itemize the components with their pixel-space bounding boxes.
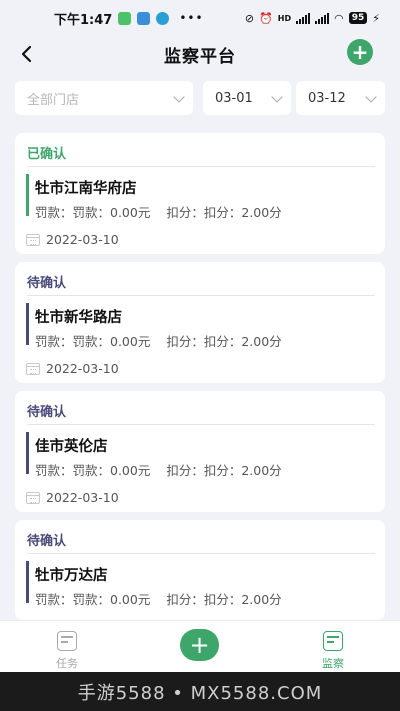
penalty-text: 罚款：罚款：0.00元 <box>35 592 151 607</box>
inspection-card[interactable]: 已确认 牡市江南华府店 罚款：罚款：0.00元 扣分：扣分：2.00分 2022… <box>15 133 385 254</box>
card-accent-bar <box>26 303 29 345</box>
plus-icon: + <box>351 40 369 64</box>
chevron-left-icon <box>21 45 32 63</box>
deduction-text: 扣分：扣分：2.00分 <box>166 205 282 220</box>
end-date-select[interactable]: 03-12 <box>296 81 385 115</box>
card-metrics: 罚款：罚款：0.00元 扣分：扣分：2.00分 <box>35 202 282 221</box>
start-date-value: 03-01 <box>215 90 253 106</box>
task-list-icon <box>57 631 77 651</box>
app-header: 监察平台 + <box>0 36 400 72</box>
store-name: 佳市英伦店 <box>35 439 108 455</box>
store-select-placeholder: 全部门店 <box>27 92 80 108</box>
card-date-row: 2022-03-10 <box>26 232 119 247</box>
back-button[interactable] <box>14 40 38 68</box>
mute-icon: ⊘ <box>244 11 255 25</box>
card-status: 待确认 <box>27 276 67 291</box>
nav-supervise-label: 监察 <box>322 657 344 670</box>
shield-app-icon <box>156 11 170 25</box>
wechat-icon <box>118 11 132 25</box>
card-status: 待确认 <box>27 405 67 420</box>
card-metrics: 罚款：罚款：0.00元 扣分：扣分：2.00分 <box>35 589 282 608</box>
page-title: 监察平台 <box>164 46 236 67</box>
card-divider <box>27 166 375 167</box>
penalty-text: 罚款：罚款：0.00元 <box>35 463 151 478</box>
battery-icon: 95 <box>348 12 368 24</box>
end-date-value: 03-12 <box>308 90 346 106</box>
card-divider <box>27 295 375 296</box>
card-metrics: 罚款：罚款：0.00元 扣分：扣分：2.00分 <box>35 460 282 479</box>
card-date: 2022-03-10 <box>46 232 119 247</box>
inspection-card[interactable]: 待确认 佳市英伦店 罚款：罚款：0.00元 扣分：扣分：2.00分 2022-0… <box>15 391 385 512</box>
deduction-text: 扣分：扣分：2.00分 <box>166 463 282 478</box>
store-name: 牡市新华路店 <box>35 310 122 326</box>
calendar-icon <box>26 233 40 246</box>
store-name: 牡市江南华府店 <box>35 181 137 197</box>
center-add-button[interactable]: + <box>180 629 219 661</box>
calendar-icon <box>26 491 40 504</box>
status-time: 下午1:47 <box>54 12 113 28</box>
start-date-select[interactable]: 03-01 <box>203 81 291 115</box>
inspection-card[interactable]: 待确认 牡市新华路店 罚款：罚款：0.00元 扣分：扣分：2.00分 2022-… <box>15 262 385 383</box>
deduction-text: 扣分：扣分：2.00分 <box>166 592 282 607</box>
add-button[interactable]: + <box>347 39 373 65</box>
card-divider <box>27 553 375 554</box>
deduction-text: 扣分：扣分：2.00分 <box>166 334 282 349</box>
watermark-text: 手游5588 • MX5588.COM <box>77 682 323 704</box>
wifi-icon: ◠ <box>334 11 344 25</box>
network-label: HD <box>277 13 292 23</box>
nav-tasks-label: 任务 <box>56 657 78 670</box>
signal-icon <box>296 12 311 24</box>
alarm-icon: ⏰ <box>259 11 273 25</box>
supervise-icon <box>323 631 343 651</box>
store-name: 牡市万达店 <box>35 568 108 584</box>
nav-tasks[interactable]: 任务 <box>37 627 97 671</box>
charging-icon: ⚡ <box>372 11 380 25</box>
store-select[interactable]: 全部门店 <box>15 81 193 115</box>
plus-icon: + <box>189 631 210 659</box>
chevron-down-icon <box>173 91 185 103</box>
card-date-row: 2022-03-10 <box>26 361 119 376</box>
card-date: 2022-03-10 <box>46 361 119 376</box>
card-divider <box>27 424 375 425</box>
calendar-icon <box>26 362 40 375</box>
status-bar: 下午1:47 ••• ⊘ ⏰ HD ◠ 95 ⚡ <box>0 0 400 36</box>
card-accent-bar <box>26 561 29 603</box>
filter-row: 全部门店 03-01 03-12 <box>15 81 385 115</box>
chevron-down-icon <box>271 91 283 103</box>
card-status: 待确认 <box>27 534 67 549</box>
chevron-down-icon <box>365 91 377 103</box>
bottom-nav: 任务 + 监察 <box>0 620 400 672</box>
signal-icon-2 <box>315 12 330 24</box>
card-date: 2022-03-10 <box>46 490 119 505</box>
more-notifications-icon: ••• <box>179 11 204 25</box>
card-date-row: 2022-03-10 <box>26 490 119 505</box>
card-status: 已确认 <box>27 147 67 162</box>
penalty-text: 罚款：罚款：0.00元 <box>35 334 151 349</box>
watermark-strip: 手游5588 • MX5588.COM <box>0 672 400 711</box>
nav-supervise[interactable]: 监察 <box>303 627 363 671</box>
penalty-text: 罚款：罚款：0.00元 <box>35 205 151 220</box>
inspection-card[interactable]: 待确认 牡市万达店 罚款：罚款：0.00元 扣分：扣分：2.00分 <box>15 520 385 620</box>
card-accent-bar <box>26 174 29 216</box>
app-icon <box>137 11 151 25</box>
card-accent-bar <box>26 432 29 474</box>
card-metrics: 罚款：罚款：0.00元 扣分：扣分：2.00分 <box>35 331 282 350</box>
